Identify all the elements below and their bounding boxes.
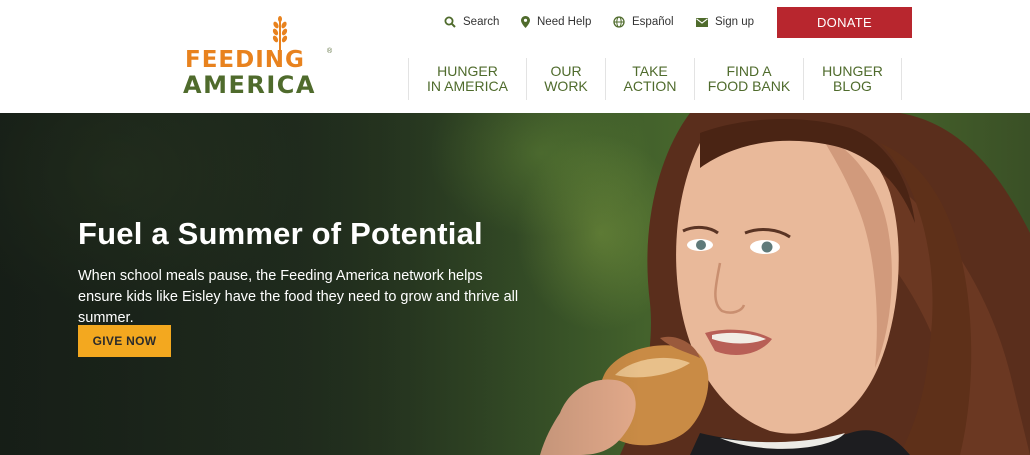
nav-label-line2: ACTION bbox=[623, 78, 677, 94]
site-header: FEEDING ® AMERICA Search Need Help Españ… bbox=[0, 0, 1030, 113]
hero-title: Fuel a Summer of Potential bbox=[78, 216, 483, 251]
registered-mark: ® bbox=[327, 48, 333, 55]
donate-button[interactable]: DONATE bbox=[777, 7, 912, 38]
search-label: Search bbox=[463, 16, 500, 28]
envelope-icon bbox=[696, 17, 708, 27]
globe-icon bbox=[613, 16, 625, 28]
search-link[interactable]: Search bbox=[444, 14, 499, 30]
hero-description: When school meals pause, the Feeding Ame… bbox=[78, 268, 519, 326]
sign-up-label: Sign up bbox=[715, 16, 755, 28]
logo-america-text: AMERICA bbox=[183, 71, 316, 99]
nav-label-line1: OUR bbox=[550, 63, 582, 79]
nav-hunger-in-america[interactable]: HUNGER IN AMERICA bbox=[408, 58, 526, 100]
give-now-button[interactable]: GIVE NOW bbox=[78, 325, 171, 357]
need-help-link[interactable]: Need Help bbox=[521, 14, 591, 30]
location-pin-icon bbox=[521, 16, 530, 28]
nav-label-line1: HUNGER bbox=[437, 63, 498, 79]
nav-label-line2: FOOD BANK bbox=[707, 78, 791, 94]
nav-take-action[interactable]: TAKE ACTION bbox=[605, 58, 694, 100]
espanol-label: Español bbox=[632, 16, 674, 28]
nav-label-line2: IN AMERICA bbox=[427, 78, 508, 94]
nav-label-line1: FIND A bbox=[726, 63, 772, 79]
main-nav: HUNGER IN AMERICA OUR WORK TAKE ACTION FIND… bbox=[408, 58, 902, 100]
nav-label-line2: BLOG bbox=[833, 78, 872, 94]
nav-label-line1: HUNGER bbox=[822, 63, 883, 79]
nav-label-line2: WORK bbox=[544, 78, 588, 94]
nav-our-work[interactable]: OUR WORK bbox=[526, 58, 605, 100]
feeding-america-logo[interactable]: FEEDING ® AMERICA bbox=[183, 16, 333, 100]
search-icon bbox=[444, 16, 456, 28]
hero-banner: Fuel a Summer of Potential When school m… bbox=[0, 113, 1030, 455]
wheat-icon bbox=[272, 16, 288, 50]
espanol-link[interactable]: Español bbox=[613, 14, 674, 30]
nav-hunger-blog[interactable]: HUNGER BLOG bbox=[803, 58, 902, 100]
nav-label-line1: TAKE bbox=[632, 63, 668, 79]
logo-feeding-text: FEEDING bbox=[185, 47, 305, 73]
nav-find-a-food-bank[interactable]: FIND A FOOD BANK bbox=[694, 58, 803, 100]
sign-up-link[interactable]: Sign up bbox=[696, 14, 754, 30]
need-help-label: Need Help bbox=[537, 16, 592, 28]
